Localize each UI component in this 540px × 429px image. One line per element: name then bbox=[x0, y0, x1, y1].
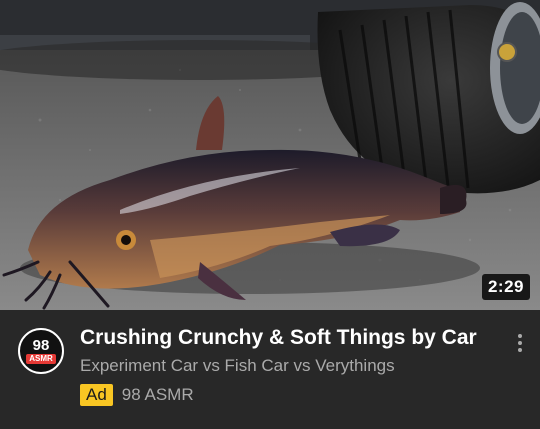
more-vert-icon[interactable] bbox=[510, 332, 530, 354]
dot bbox=[518, 348, 522, 352]
channel-name[interactable]: 98 ASMR bbox=[122, 385, 194, 405]
duration-badge: 2:29 bbox=[481, 274, 530, 300]
ad-badge: Ad bbox=[80, 384, 113, 406]
video-details: 98 ASMR Crushing Crunchy & Soft Things b… bbox=[0, 310, 540, 429]
video-thumbnail[interactable]: 2:29 bbox=[0, 0, 540, 310]
video-title[interactable]: Crushing Crunchy & Soft Things by Car bbox=[80, 326, 500, 350]
avatar-number: 98 bbox=[32, 336, 50, 354]
video-subtitle: Experiment Car vs Fish Car vs Verythings bbox=[80, 356, 395, 375]
dot bbox=[518, 341, 522, 345]
ad-row: Ad 98 ASMR bbox=[80, 384, 194, 406]
thumbnail-image bbox=[0, 0, 540, 310]
avatar-label: ASMR bbox=[26, 353, 56, 364]
channel-avatar[interactable]: 98 ASMR bbox=[18, 328, 64, 374]
dot bbox=[518, 334, 522, 338]
